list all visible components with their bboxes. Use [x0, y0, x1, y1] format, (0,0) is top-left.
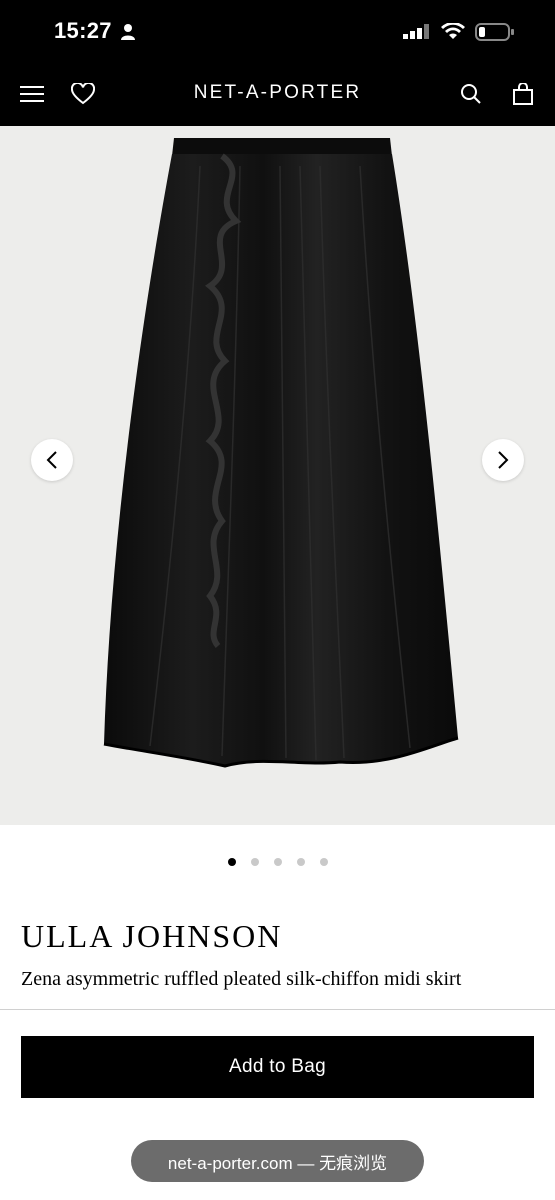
next-image-button[interactable] — [482, 439, 524, 481]
product-image — [103, 138, 459, 768]
chevron-left-icon — [46, 451, 57, 469]
bag-button[interactable] — [509, 80, 537, 108]
prev-image-button[interactable] — [31, 439, 73, 481]
browser-url-pill[interactable]: net-a-porter.com — 无痕浏览 — [131, 1140, 424, 1182]
pagination-dot-2[interactable] — [250, 858, 259, 866]
pagination-dot-3[interactable] — [273, 858, 282, 866]
status-bar: 15:27 — [0, 0, 555, 62]
chevron-right-icon — [498, 451, 509, 469]
pagination-dot-4[interactable] — [296, 858, 305, 866]
battery-icon — [475, 23, 514, 41]
search-icon — [461, 84, 481, 104]
top-nav: NET-A-PORTER — [0, 62, 555, 126]
pagination-dot-1[interactable] — [227, 858, 236, 866]
product-image-gallery[interactable] — [0, 126, 555, 825]
shopping-bag-icon — [513, 83, 533, 105]
designer-name[interactable]: ULLA JOHNSON — [21, 918, 282, 955]
product-title: Zena asymmetric ruffled pleated silk-chi… — [21, 968, 462, 990]
status-time: 15:27 — [54, 18, 112, 43]
wifi-icon — [441, 23, 465, 39]
image-pagination — [0, 858, 555, 866]
divider — [0, 1009, 555, 1010]
pagination-dot-5[interactable] — [319, 858, 328, 866]
status-indicators — [403, 22, 515, 42]
search-button[interactable] — [457, 80, 485, 108]
add-to-bag-button[interactable]: Add to Bag — [21, 1036, 534, 1098]
person-icon — [121, 24, 135, 40]
signal-icon — [403, 24, 429, 39]
